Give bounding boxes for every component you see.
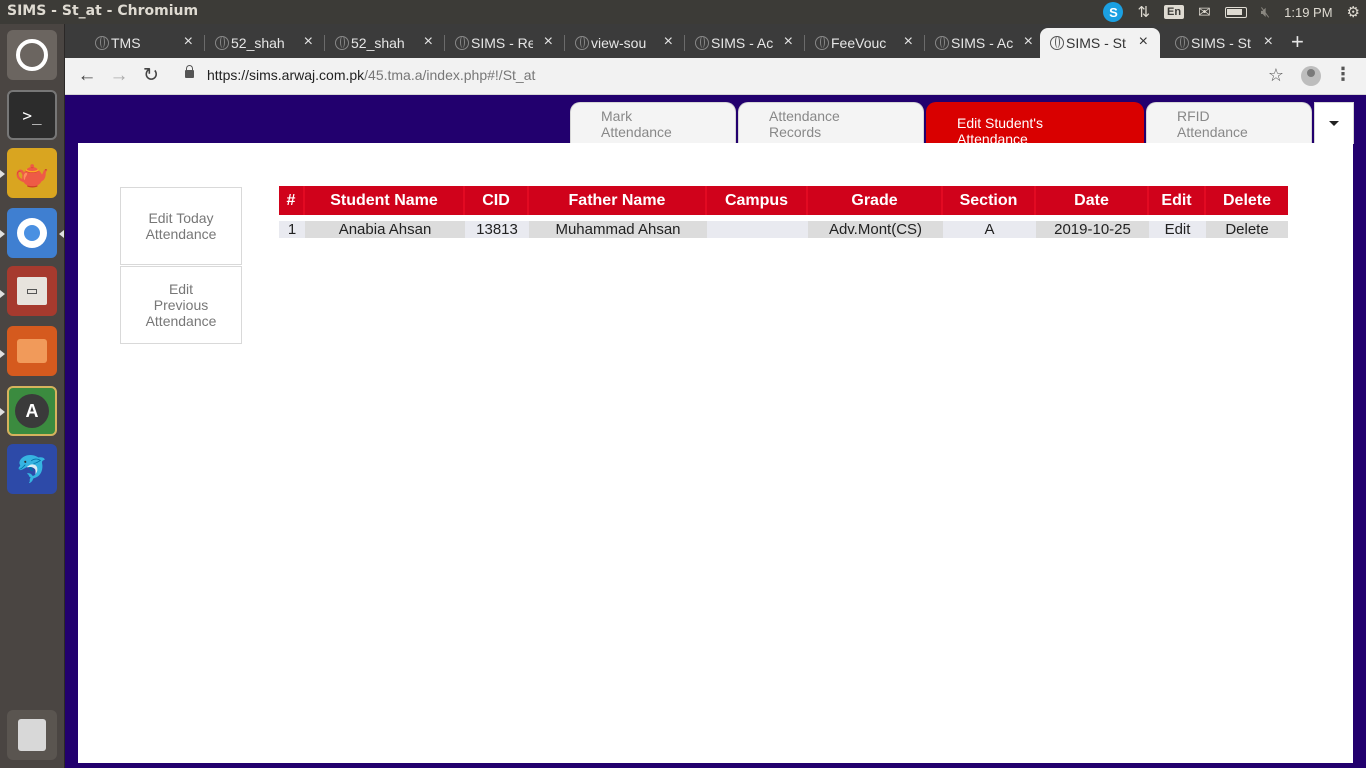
father-name-cell: Muhammad Ahsan [529, 215, 707, 238]
tab-attendance-records[interactable]: Attendance Records [738, 102, 924, 144]
browser-tab[interactable]: FeeVouc × [805, 28, 925, 58]
edit-row-button[interactable]: Edit [1149, 215, 1206, 238]
section-cell: A [943, 215, 1036, 238]
forward-button[interactable]: → [107, 64, 131, 88]
browser-tab[interactable]: TMS × [85, 28, 205, 58]
attendance-table: # Student Name CID Father Name Campus Gr… [279, 186, 1288, 238]
tab-rfid-attendance[interactable]: RFID Attendance [1146, 102, 1312, 144]
browser-tab[interactable]: 52_shah × [205, 28, 325, 58]
browser-tab[interactable]: SIMS - St × [1165, 28, 1285, 58]
globe-icon [455, 36, 469, 50]
new-tab-button[interactable]: + [1291, 29, 1304, 55]
top-panel: SIMS - St_at - Chromium S ⇅ En ✉ 🔇︎ 1:19… [0, 0, 1366, 24]
close-icon[interactable]: × [904, 33, 913, 51]
clock[interactable]: 1:19 PM [1284, 5, 1332, 20]
column-header: # [279, 186, 305, 215]
browser-tab-active[interactable]: SIMS - St × [1040, 28, 1160, 58]
cid-cell: 13813 [465, 215, 529, 238]
menu-kebab-icon[interactable]: ⋮ [1334, 64, 1352, 85]
column-header: Campus [707, 186, 808, 215]
column-header: Date [1036, 186, 1149, 215]
close-icon[interactable]: × [1264, 33, 1273, 51]
genie-lamp-icon[interactable]: 🫖 [7, 148, 57, 198]
browser-tab[interactable]: SIMS - Re × [445, 28, 565, 58]
mail-icon[interactable]: ✉ [1198, 3, 1211, 21]
delete-row-button[interactable]: Delete [1206, 215, 1288, 238]
skype-icon[interactable]: S [1103, 2, 1124, 22]
column-header: Edit [1149, 186, 1206, 215]
address-bar[interactable]: https://sims.arwaj.com.pk/45.tma.a/index… [207, 67, 535, 83]
network-icon[interactable]: ⇅ [1137, 3, 1150, 21]
globe-icon [1175, 36, 1189, 50]
back-button[interactable]: ← [75, 64, 99, 88]
date-cell: 2019-10-25 [1036, 215, 1149, 238]
campus-cell [707, 215, 808, 238]
column-header: Father Name [529, 186, 707, 215]
lock-icon[interactable] [185, 65, 194, 78]
window-title: SIMS - St_at - Chromium [7, 3, 199, 19]
globe-icon [215, 36, 229, 50]
column-header: Section [943, 186, 1036, 215]
globe-icon [815, 36, 829, 50]
browser-tab[interactable]: 52_shah × [325, 28, 445, 58]
page-viewport: Mark Attendance Attendance Records Edit … [65, 95, 1366, 768]
close-icon[interactable]: × [1139, 33, 1148, 51]
tab-mark-attendance[interactable]: Mark Attendance [570, 102, 736, 144]
file-cabinet-icon[interactable] [7, 266, 57, 316]
main-content: Edit Today Attendance Edit Previous Atte… [78, 143, 1353, 763]
student-name-cell: Anabia Ahsan [305, 215, 465, 238]
globe-icon [95, 36, 109, 50]
launcher: >_ 🫖 A 🐬 [0, 24, 65, 768]
close-icon[interactable]: × [1024, 33, 1033, 51]
attendance-tabs: Mark Attendance Attendance Records Edit … [570, 102, 1356, 147]
keyboard-layout-indicator[interactable]: En [1164, 5, 1185, 19]
browser-tab[interactable]: SIMS - Ac × [925, 28, 1045, 58]
gear-icon[interactable]: ⚙ [1347, 3, 1360, 21]
tabs-dropdown-button[interactable] [1314, 102, 1354, 144]
system-tray: S ⇅ En ✉ 🔇︎ 1:19 PM ⚙ [1103, 0, 1360, 24]
profile-avatar-icon[interactable] [1301, 66, 1321, 86]
reload-button[interactable]: ↻ [139, 64, 163, 88]
edit-today-attendance-button[interactable]: Edit Today Attendance [120, 187, 242, 265]
globe-icon [335, 36, 349, 50]
volume-muted-icon[interactable]: 🔇︎ [1261, 4, 1270, 21]
column-header: Delete [1206, 186, 1288, 215]
caret-down-icon [1329, 121, 1339, 126]
column-header: CID [465, 186, 529, 215]
globe-icon [1050, 36, 1064, 50]
close-icon[interactable]: × [544, 33, 553, 51]
globe-icon [695, 36, 709, 50]
terminal-icon[interactable]: >_ [7, 90, 57, 140]
ubuntu-dash-icon[interactable] [7, 30, 57, 80]
column-header: Student Name [305, 186, 465, 215]
grade-cell: Adv.Mont(CS) [808, 215, 943, 238]
dolphin-app-icon[interactable]: 🐬 [7, 444, 57, 494]
close-icon[interactable]: × [424, 33, 433, 51]
trash-icon[interactable] [7, 710, 57, 760]
table-header-row: # Student Name CID Father Name Campus Gr… [279, 186, 1288, 215]
browser-tab[interactable]: SIMS - Ac × [685, 28, 805, 58]
globe-icon [575, 36, 589, 50]
column-header: Grade [808, 186, 943, 215]
file-manager-icon[interactable] [7, 326, 57, 376]
battery-icon[interactable] [1224, 6, 1247, 18]
row-number: 1 [279, 215, 305, 238]
table-row: 1 Anabia Ahsan 13813 Muhammad Ahsan Adv.… [279, 215, 1288, 238]
software-updater-icon[interactable]: A [7, 386, 57, 436]
close-icon[interactable]: × [664, 33, 673, 51]
chromium-icon[interactable] [7, 208, 57, 258]
close-icon[interactable]: × [184, 33, 193, 51]
bookmark-star-icon[interactable]: ☆ [1268, 65, 1284, 86]
browser-tab-strip: TMS × 52_shah × 52_shah × SIMS - Re × view-s… [65, 24, 1366, 58]
browser-tab[interactable]: view-sou × [565, 28, 685, 58]
browser-toolbar: ← → ↻ https://sims.arwaj.com.pk/45.tma.a… [65, 58, 1366, 95]
globe-icon [935, 36, 949, 50]
tab-edit-student-attendance[interactable]: Edit Student's Attendance [926, 102, 1144, 147]
edit-previous-attendance-button[interactable]: Edit Previous Attendance [120, 266, 242, 344]
close-icon[interactable]: × [784, 33, 793, 51]
close-icon[interactable]: × [304, 33, 313, 51]
